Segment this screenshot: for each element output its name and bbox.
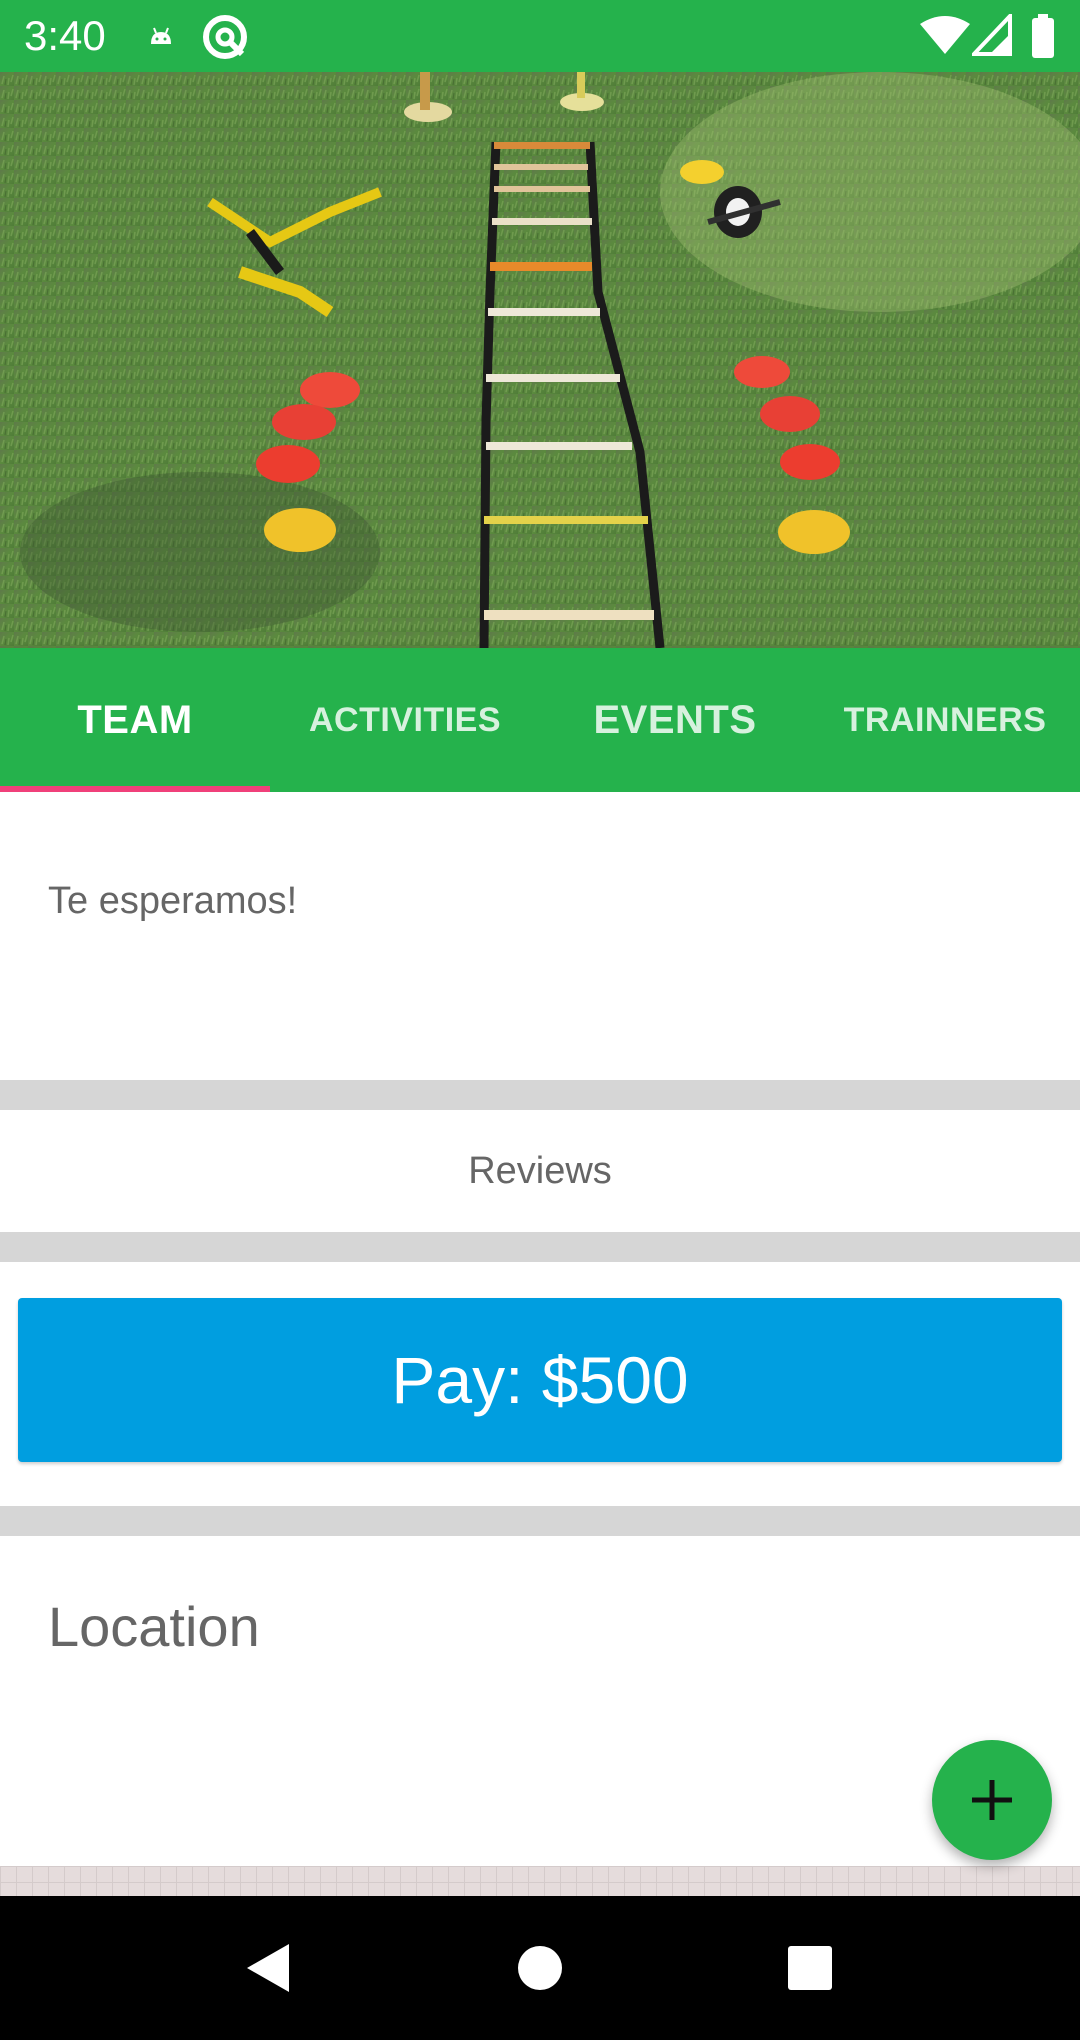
- location-title: Location: [48, 1595, 260, 1658]
- home-icon: [518, 1946, 562, 1990]
- tab-trainners[interactable]: TRAINNERS: [810, 648, 1080, 792]
- description-section: [0, 792, 1080, 1080]
- fitness-equipment-photo: [0, 72, 1080, 648]
- map-view[interactable]: [0, 1866, 1080, 1896]
- plus-icon: [972, 1780, 1012, 1820]
- description-text: Te esperamos!: [48, 880, 298, 922]
- section-divider: [0, 1506, 1080, 1536]
- tab-bar: TEAM ACTIVITIES EVENTS TRAINNERS: [0, 648, 1080, 792]
- status-time: 3:40: [24, 12, 106, 59]
- q-badge-icon: [203, 15, 247, 59]
- wifi-icon: [920, 16, 970, 54]
- screen: 3:40 TEAM ACTIVITIES EVENTS TRAINNERS Te…: [0, 0, 1080, 2040]
- navigation-bar: [0, 1896, 1080, 2040]
- tab-activities[interactable]: ACTIVITIES: [270, 648, 540, 792]
- reviews-section[interactable]: Reviews: [0, 1110, 1080, 1232]
- nav-home-button[interactable]: [504, 1932, 576, 2004]
- tab-events[interactable]: EVENTS: [540, 648, 810, 792]
- nav-back-button[interactable]: [232, 1932, 304, 2004]
- reviews-label: Reviews: [468, 1149, 612, 1192]
- recents-icon: [788, 1946, 832, 1990]
- status-bar: 3:40: [0, 0, 1080, 72]
- android-icon: [151, 27, 171, 44]
- battery-icon: [1032, 14, 1054, 58]
- signal-icon: [972, 14, 1012, 56]
- nav-recents-button[interactable]: [774, 1932, 846, 2004]
- pay-button[interactable]: Pay: $500: [18, 1298, 1062, 1462]
- hero-image: [0, 72, 1080, 648]
- location-section: [0, 1536, 1080, 1866]
- section-divider: [0, 1232, 1080, 1262]
- tab-team[interactable]: TEAM: [0, 648, 270, 792]
- section-divider: [0, 1080, 1080, 1110]
- add-fab-button[interactable]: [932, 1740, 1052, 1860]
- back-icon: [247, 1944, 289, 1992]
